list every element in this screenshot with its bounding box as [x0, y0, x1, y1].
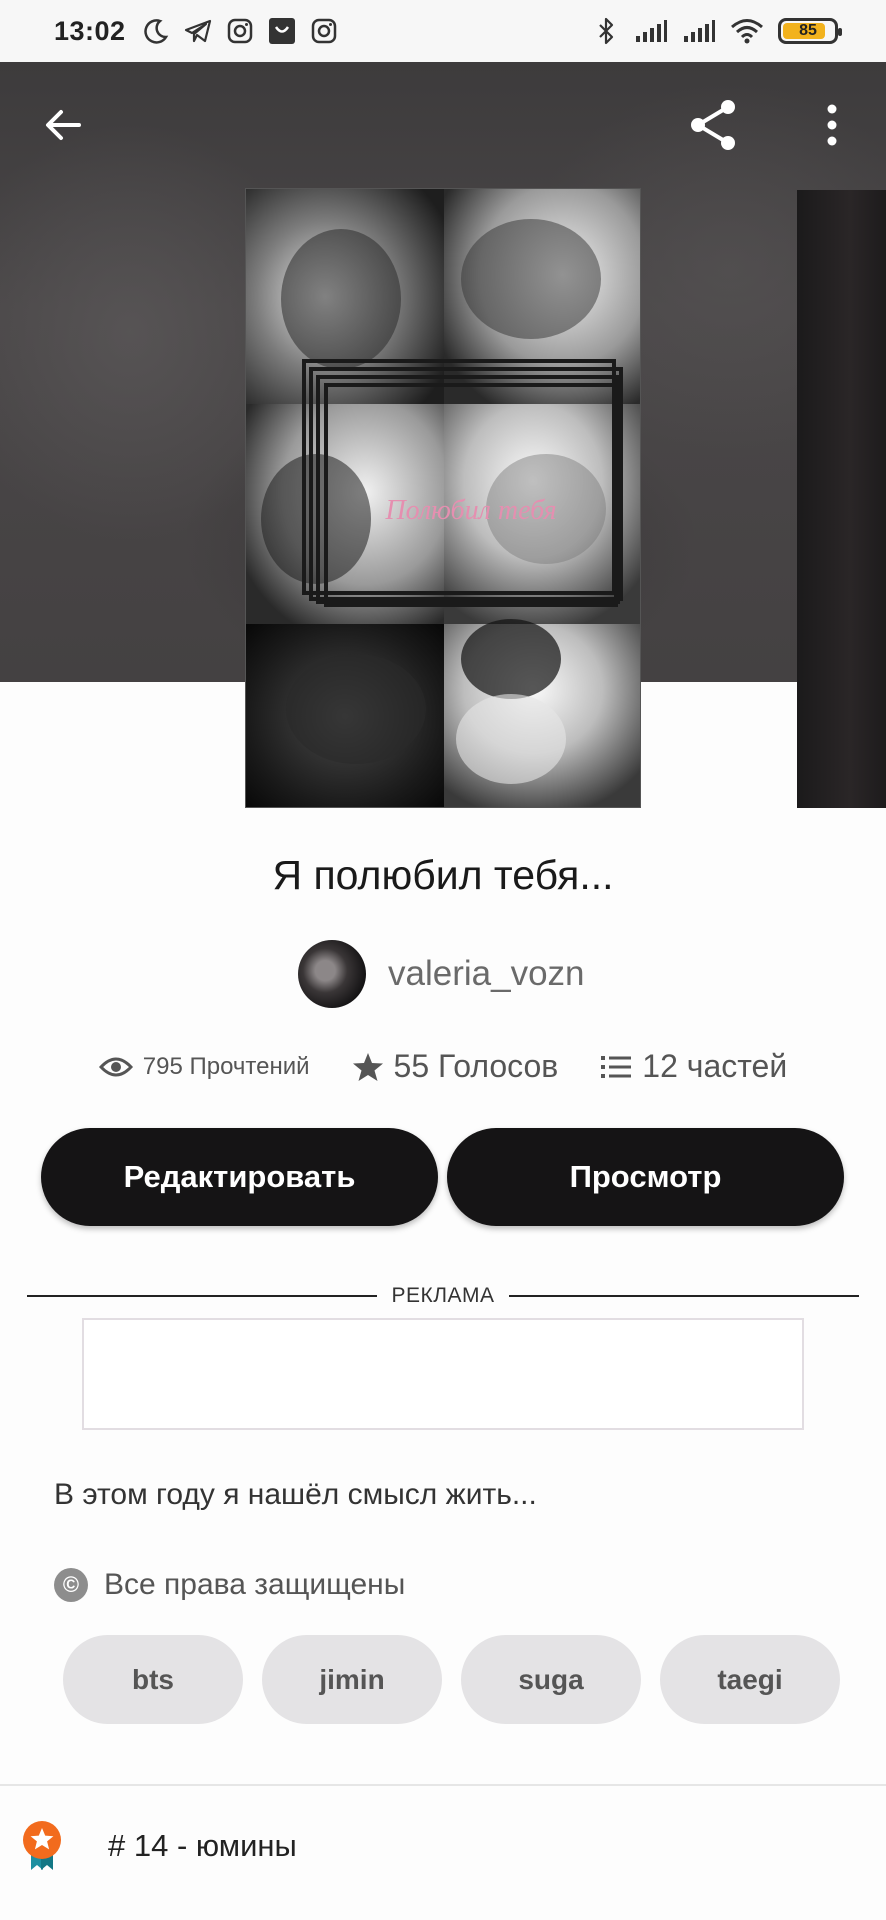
- system-icons: 85: [592, 17, 842, 45]
- share-button[interactable]: [679, 90, 749, 160]
- copyright-icon: ©: [54, 1568, 88, 1602]
- avatar[interactable]: [298, 940, 366, 1008]
- ranking-badge-icon: [23, 1821, 61, 1870]
- signal-icon: [634, 17, 668, 45]
- status-time: 13:02: [54, 15, 126, 46]
- moon-icon: [142, 17, 170, 45]
- more-options-button[interactable]: [797, 90, 867, 160]
- edit-button[interactable]: Редактировать: [41, 1128, 438, 1226]
- ad-divider: РЕКЛАМА: [27, 1283, 860, 1309]
- notification-icons: [142, 17, 338, 45]
- back-arrow-icon: [46, 110, 81, 140]
- story-description: В этом году я нашёл смысл жить...: [54, 1478, 537, 1511]
- tag-chip[interactable]: suga: [461, 1635, 641, 1724]
- story-stats: 795 Прочтений 55 Голосов 12 частей: [0, 1048, 886, 1085]
- signal-icon: [682, 17, 716, 45]
- back-button[interactable]: [28, 90, 98, 160]
- copyright-info: © Все права защищены: [54, 1568, 405, 1602]
- votes-count: 55 Голосов: [393, 1048, 559, 1084]
- ad-label: РЕКЛАМА: [391, 1284, 495, 1307]
- ad-banner[interactable]: [82, 1318, 804, 1430]
- parts-count[interactable]: 12 частей: [642, 1048, 787, 1085]
- story-title: Я полюбил тебя...: [272, 852, 614, 898]
- instagram-icon: [226, 17, 254, 45]
- battery-indicator: 85: [778, 18, 842, 44]
- preview-button[interactable]: Просмотр: [447, 1128, 844, 1226]
- shop-icon: [268, 17, 296, 45]
- instagram-icon: [310, 17, 338, 45]
- eye-icon: [98, 1057, 133, 1076]
- reads-count: 795 Прочтений: [142, 1052, 310, 1080]
- wifi-icon: [730, 17, 764, 45]
- ranking-text[interactable]: # 14 - юмины: [108, 1828, 297, 1864]
- bluetooth-icon: [592, 17, 620, 45]
- author-link[interactable]: valeria_vozn: [298, 940, 585, 1008]
- section-divider: [0, 1784, 886, 1786]
- cover-collage: Полюбил тебя: [246, 189, 640, 807]
- star-icon: [352, 1052, 383, 1081]
- author-name[interactable]: valeria_vozn: [388, 954, 585, 994]
- cover-title-text: Полюбил тебя: [384, 495, 556, 526]
- reads-stat: 795 Прочтений: [98, 1052, 310, 1081]
- next-story-cover[interactable]: [797, 190, 886, 808]
- share-icon: [691, 100, 735, 150]
- copyright-text: Все права защищены: [104, 1568, 406, 1601]
- battery-level: 85: [799, 22, 817, 39]
- ranking-row[interactable]: # 14 - юмины: [22, 1820, 297, 1872]
- tag-chip[interactable]: taegi: [660, 1635, 840, 1724]
- votes-stat: 55 Голосов: [352, 1048, 559, 1085]
- tag-list: bts jimin suga taegi: [63, 1635, 840, 1724]
- tag-chip[interactable]: jimin: [262, 1635, 442, 1724]
- story-details-screen: 13:02 85 Полюбил тебя Я полюбил тебя... …: [0, 0, 886, 1920]
- telegram-icon: [184, 17, 212, 45]
- status-bar: 13:02 85: [0, 0, 886, 62]
- tag-chip[interactable]: bts: [63, 1635, 243, 1724]
- story-cover-image[interactable]: Полюбил тебя: [245, 188, 641, 808]
- more-vert-icon: [827, 104, 837, 146]
- list-icon: [601, 1055, 632, 1078]
- parts-stat[interactable]: 12 частей: [600, 1048, 787, 1085]
